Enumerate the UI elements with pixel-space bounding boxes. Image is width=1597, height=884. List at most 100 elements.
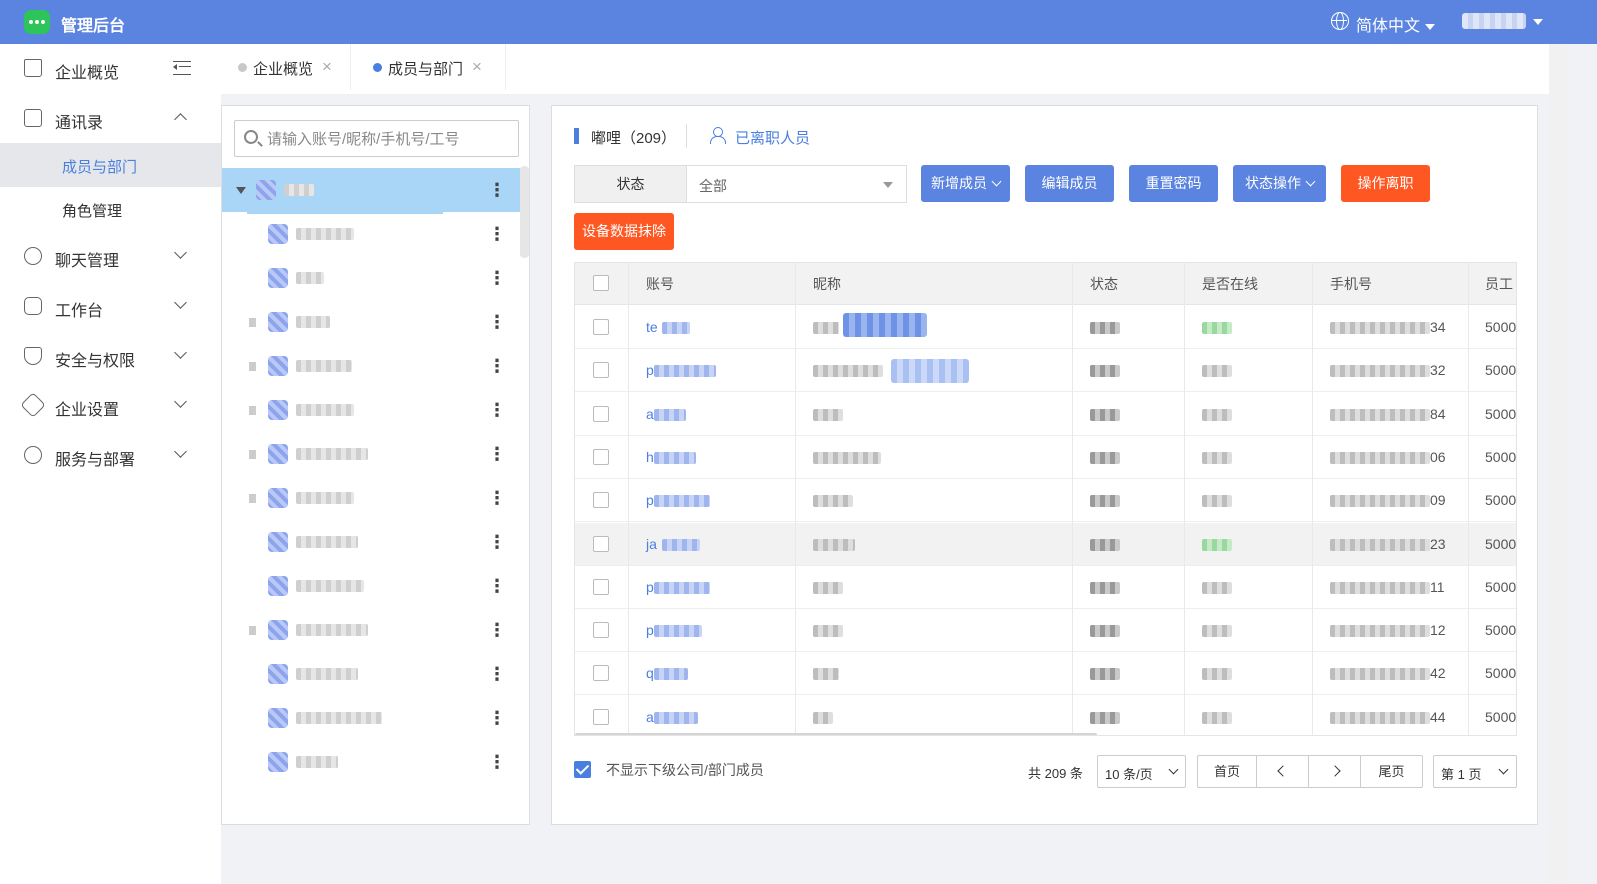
more-vertical-icon[interactable]: ⋮	[488, 444, 506, 465]
user-menu[interactable]	[1462, 13, 1526, 29]
more-vertical-icon[interactable]: ⋮	[488, 224, 506, 245]
wipe-device-button[interactable]: 设备数据抹除	[574, 213, 674, 250]
tab-overview[interactable]: 企业概览 ×	[221, 44, 351, 90]
column-header[interactable]: 是否在线	[1202, 274, 1258, 294]
tree-node[interactable]: ⋮	[222, 212, 520, 256]
table-row[interactable]: p 11 5000	[575, 566, 1516, 609]
row-checkbox[interactable]	[593, 665, 609, 682]
expand-icon[interactable]	[249, 406, 256, 415]
sidebar-item-roles[interactable]: 角色管理	[0, 187, 221, 231]
more-vertical-icon[interactable]: ⋮	[488, 620, 506, 641]
row-checkbox[interactable]	[593, 578, 609, 595]
tree-search-input[interactable]	[267, 128, 507, 150]
more-vertical-icon[interactable]: ⋮	[488, 180, 506, 201]
more-vertical-icon[interactable]: ⋮	[488, 356, 506, 377]
tree-node[interactable]: ⋮	[222, 696, 520, 740]
page-size-select[interactable]: 10 条/页	[1097, 755, 1186, 788]
table-row[interactable]: p 32 5000	[575, 349, 1516, 393]
next-page-button[interactable]	[1309, 756, 1361, 787]
tree-node[interactable]: ⋮	[222, 652, 520, 696]
sidebar-item-contacts[interactable]: 通讯录	[0, 96, 221, 140]
tree-node[interactable]: ⋮	[222, 476, 520, 520]
more-vertical-icon[interactable]: ⋮	[488, 312, 506, 333]
sidebar-item-workbench[interactable]: 工作台	[0, 284, 221, 328]
globe-icon[interactable]	[1331, 12, 1349, 30]
collapse-sidebar-icon[interactable]	[173, 61, 191, 75]
account-cell[interactable]: h	[646, 449, 654, 465]
sidebar-item-enterprise-settings[interactable]: 企业设置	[0, 383, 221, 427]
account-cell[interactable]: a	[646, 406, 654, 422]
first-page-button[interactable]: 首页	[1198, 756, 1257, 787]
more-vertical-icon[interactable]: ⋮	[488, 664, 506, 685]
page-scrollbar[interactable]	[1549, 44, 1567, 884]
tree-node[interactable]: ⋮	[222, 740, 520, 784]
prev-page-button[interactable]	[1257, 756, 1309, 787]
expand-icon[interactable]	[249, 450, 256, 459]
sidebar-item-chat[interactable]: 聊天管理	[0, 234, 221, 278]
more-vertical-icon[interactable]: ⋮	[488, 576, 506, 597]
table-row[interactable]: q 42 5000	[575, 652, 1516, 696]
tree-node[interactable]: ⋮	[222, 300, 520, 344]
account-cell[interactable]: p	[646, 579, 654, 595]
close-icon[interactable]: ×	[472, 57, 482, 77]
table-row[interactable]: te 34 5000	[575, 306, 1516, 349]
account-cell[interactable]: q	[646, 665, 654, 681]
more-vertical-icon[interactable]: ⋮	[488, 400, 506, 421]
more-vertical-icon[interactable]: ⋮	[488, 268, 506, 289]
row-checkbox[interactable]	[593, 319, 609, 335]
column-header[interactable]: 手机号	[1330, 274, 1372, 294]
account-cell[interactable]: p	[646, 362, 654, 378]
more-vertical-icon[interactable]: ⋮	[488, 752, 506, 773]
hide-sub-members-checkbox[interactable]	[574, 761, 591, 778]
tree-node[interactable]: ⋮	[222, 256, 520, 300]
select-all-checkbox[interactable]	[593, 275, 609, 291]
last-page-button[interactable]: 尾页	[1361, 756, 1422, 787]
sidebar-item-security[interactable]: 安全与权限	[0, 334, 221, 378]
row-checkbox[interactable]	[593, 448, 609, 465]
account-cell[interactable]: ja	[646, 536, 657, 552]
account-cell[interactable]: a	[646, 709, 654, 725]
tree-node[interactable]: ⋮	[222, 344, 520, 388]
expand-icon[interactable]	[249, 318, 256, 327]
chevron-down-icon[interactable]	[1533, 19, 1543, 25]
tree-node[interactable]: ⋮	[222, 564, 520, 608]
sidebar-item-members-departments[interactable]: 成员与部门	[0, 143, 221, 187]
close-icon[interactable]: ×	[322, 57, 332, 77]
resign-button[interactable]: 操作离职	[1341, 165, 1430, 202]
tree-node[interactable]: ⋮	[222, 388, 520, 432]
tab-members-departments[interactable]: 成员与部门 ×	[356, 44, 506, 90]
caret-down-icon[interactable]	[236, 187, 246, 194]
column-header[interactable]: 账号	[646, 274, 674, 294]
table-horizontal-scrollbar[interactable]	[575, 733, 1097, 735]
account-cell[interactable]: te	[646, 319, 658, 335]
left-staff-link[interactable]: 已离职人员	[735, 127, 810, 148]
column-header[interactable]: 状态	[1090, 274, 1118, 294]
more-vertical-icon[interactable]: ⋮	[488, 532, 506, 553]
expand-icon[interactable]	[249, 362, 256, 371]
tree-scrollbar[interactable]	[520, 166, 529, 258]
sidebar-item-service-deploy[interactable]: 服务与部署	[0, 433, 221, 477]
status-filter-select[interactable]: 全部	[686, 165, 907, 203]
table-row[interactable]: ja 23 5000	[575, 522, 1516, 566]
table-row[interactable]: a 84 5000	[575, 393, 1516, 436]
account-cell[interactable]: p	[646, 622, 654, 638]
column-header[interactable]: 员工	[1485, 274, 1513, 294]
tree-node[interactable]: ⋮	[222, 432, 520, 476]
table-row[interactable]: a 44 5000	[575, 696, 1516, 735]
table-row[interactable]: p 09 5000	[575, 479, 1516, 523]
reset-password-button[interactable]: 重置密码	[1129, 165, 1218, 202]
column-header[interactable]: 昵称	[813, 274, 841, 294]
table-row[interactable]: h 06 5000	[575, 436, 1516, 479]
row-checkbox[interactable]	[593, 362, 609, 379]
expand-icon[interactable]	[249, 626, 256, 635]
page-jump-select[interactable]: 第 1 页	[1433, 755, 1517, 788]
language-selector[interactable]: 简体中文	[1356, 12, 1436, 36]
row-checkbox[interactable]	[593, 622, 609, 639]
row-checkbox[interactable]	[593, 535, 609, 552]
more-vertical-icon[interactable]: ⋮	[488, 488, 506, 509]
expand-icon[interactable]	[249, 494, 256, 503]
row-checkbox[interactable]	[593, 492, 609, 509]
edit-member-button[interactable]: 编辑成员	[1025, 165, 1114, 202]
account-cell[interactable]: p	[646, 492, 654, 508]
more-vertical-icon[interactable]: ⋮	[488, 708, 506, 729]
